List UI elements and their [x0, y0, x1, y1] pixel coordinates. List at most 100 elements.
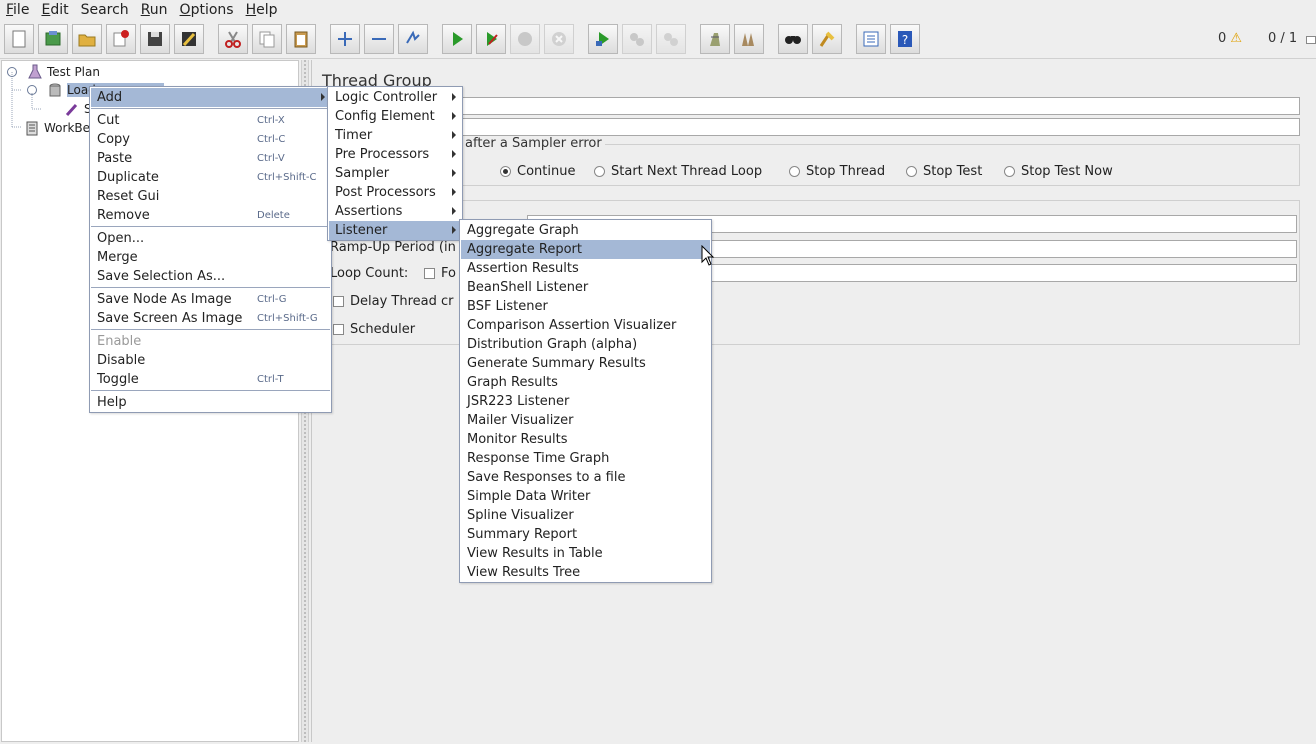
menu-run[interactable]: Run [135, 2, 174, 18]
listener-aggregate-graph[interactable]: Aggregate Graph [461, 221, 710, 240]
menu-item-cut[interactable]: Cut Ctrl-X [91, 111, 330, 130]
loop-forever-checkbox[interactable]: Fo [424, 266, 456, 281]
start-icon[interactable] [442, 24, 472, 54]
menu-item-save-screen-as-image[interactable]: Save Screen As Image Ctrl+Shift-G [91, 309, 330, 328]
menu-item-duplicate[interactable]: Duplicate Ctrl+Shift-C [91, 168, 330, 187]
add-menu-listener[interactable]: Listener [329, 221, 461, 240]
menu-item-enable[interactable]: Enable [91, 332, 330, 351]
menu-item-label: Save Node As Image [97, 292, 232, 307]
function-helper-icon[interactable] [856, 24, 886, 54]
warning-status[interactable]: 0 ⚠ [1218, 31, 1242, 46]
menu-label: Search [80, 2, 129, 18]
add-submenu: Logic Controller Config Element Timer Pre P… [327, 86, 463, 241]
listener-aggregate-report[interactable]: Aggregate Report [461, 240, 710, 259]
listener-simple-data-writer[interactable]: Simple Data Writer [461, 487, 710, 506]
menu-help[interactable]: Help [240, 2, 284, 18]
listener-view-results-tree[interactable]: View Results Tree [461, 563, 710, 582]
add-menu-logic-controller[interactable]: Logic Controller [329, 88, 461, 107]
expand-handle-icon[interactable] [27, 85, 37, 95]
comments-field[interactable] [322, 118, 1300, 136]
menu-separator [91, 287, 330, 288]
clear-icon[interactable] [700, 24, 730, 54]
add-menu-timer[interactable]: Timer [329, 126, 461, 145]
add-menu-config-element[interactable]: Config Element [329, 107, 461, 126]
tree-node-sampler[interactable]: S [64, 101, 92, 117]
radio-label: Continue [517, 164, 576, 179]
menu-item-save-selection-as[interactable]: Save Selection As... [91, 267, 330, 286]
expand-all-icon[interactable] [330, 24, 360, 54]
scheduler-checkbox[interactable]: Scheduler [333, 322, 415, 337]
menu-item-open[interactable]: Open... [91, 229, 330, 248]
listener-save-responses-to-a-file[interactable]: Save Responses to a file [461, 468, 710, 487]
reset-search-icon[interactable] [812, 24, 842, 54]
collapse-all-icon[interactable] [364, 24, 394, 54]
search-icon[interactable] [778, 24, 808, 54]
tree-node-test-plan[interactable]: Test Plan [7, 64, 100, 80]
cut-icon[interactable] [218, 24, 248, 54]
listener-distribution-graph-alpha[interactable]: Distribution Graph (alpha) [461, 335, 710, 354]
toggle-icon[interactable] [398, 24, 428, 54]
copy-icon[interactable] [252, 24, 282, 54]
menu-item-label: Monitor Results [467, 432, 568, 447]
clear-all-icon[interactable] [734, 24, 764, 54]
thread-group-icon [49, 83, 61, 97]
radio-continue[interactable]: Continue [500, 164, 575, 179]
help-icon[interactable]: ? [890, 24, 920, 54]
new-icon[interactable] [4, 24, 34, 54]
menu-item-help[interactable]: Help [91, 393, 330, 412]
listener-spline-visualizer[interactable]: Spline Visualizer [461, 506, 710, 525]
shutdown-icon[interactable] [544, 24, 574, 54]
listener-comparison-assertion-visualizer[interactable]: Comparison Assertion Visualizer [461, 316, 710, 335]
start-no-pauses-icon[interactable] [476, 24, 506, 54]
add-menu-assertions[interactable]: Assertions [329, 202, 461, 221]
menu-item-remove[interactable]: Remove Delete [91, 206, 330, 225]
menu-item-merge[interactable]: Merge [91, 248, 330, 267]
menu-file[interactable]: File [0, 2, 35, 18]
radio-start-next-thread-loop[interactable]: Start Next Thread Loop [594, 164, 762, 179]
menu-edit[interactable]: Edit [35, 2, 74, 18]
listener-bsf-listener[interactable]: BSF Listener [461, 297, 710, 316]
menu-item-save-node-as-image[interactable]: Save Node As Image Ctrl-G [91, 290, 330, 309]
menu-item-add[interactable]: Add [91, 88, 330, 107]
radio-circle-icon [594, 166, 605, 177]
listener-summary-report[interactable]: Summary Report [461, 525, 710, 544]
templates-icon[interactable] [38, 24, 68, 54]
add-menu-sampler[interactable]: Sampler [329, 164, 461, 183]
remote-stop-icon[interactable] [622, 24, 652, 54]
menu-item-disable[interactable]: Disable [91, 351, 330, 370]
listener-jsr223-listener[interactable]: JSR223 Listener [461, 392, 710, 411]
menu-options[interactable]: Options [174, 2, 240, 18]
open-icon[interactable] [72, 24, 102, 54]
expand-handle-icon[interactable] [7, 67, 17, 77]
name-field[interactable]: P [322, 97, 1300, 115]
menu-item-label: Graph Results [467, 375, 558, 390]
paste-icon[interactable] [286, 24, 316, 54]
listener-generate-summary-results[interactable]: Generate Summary Results [461, 354, 710, 373]
listener-beanshell-listener[interactable]: BeanShell Listener [461, 278, 710, 297]
listener-mailer-visualizer[interactable]: Mailer Visualizer [461, 411, 710, 430]
close-icon[interactable] [106, 24, 136, 54]
save-as-icon[interactable] [174, 24, 204, 54]
menu-item-reset-gui[interactable]: Reset Gui [91, 187, 330, 206]
menu-item-copy[interactable]: Copy Ctrl-C [91, 130, 330, 149]
menu-mnemonic: H [245, 2, 257, 18]
listener-view-results-in-table[interactable]: View Results in Table [461, 544, 710, 563]
stop-icon[interactable] [510, 24, 540, 54]
listener-assertion-results[interactable]: Assertion Results [461, 259, 710, 278]
listener-monitor-results[interactable]: Monitor Results [461, 430, 710, 449]
menu-item-toggle[interactable]: Toggle Ctrl-T [91, 370, 330, 389]
add-menu-pre-processors[interactable]: Pre Processors [329, 145, 461, 164]
listener-response-time-graph[interactable]: Response Time Graph [461, 449, 710, 468]
save-icon[interactable] [140, 24, 170, 54]
remote-shutdown-icon[interactable] [656, 24, 686, 54]
menu-search[interactable]: Search [75, 2, 135, 18]
remote-start-icon[interactable] [588, 24, 618, 54]
radio-stop-test[interactable]: Stop Test [906, 164, 982, 179]
tree-node-workbench[interactable]: WorkBe [24, 120, 90, 136]
radio-stop-thread[interactable]: Stop Thread [789, 164, 885, 179]
radio-stop-test-now[interactable]: Stop Test Now [1004, 164, 1113, 179]
delay-thread-checkbox[interactable]: Delay Thread cr [333, 294, 454, 309]
listener-graph-results[interactable]: Graph Results [461, 373, 710, 392]
add-menu-post-processors[interactable]: Post Processors [329, 183, 461, 202]
menu-item-paste[interactable]: Paste Ctrl-V [91, 149, 330, 168]
